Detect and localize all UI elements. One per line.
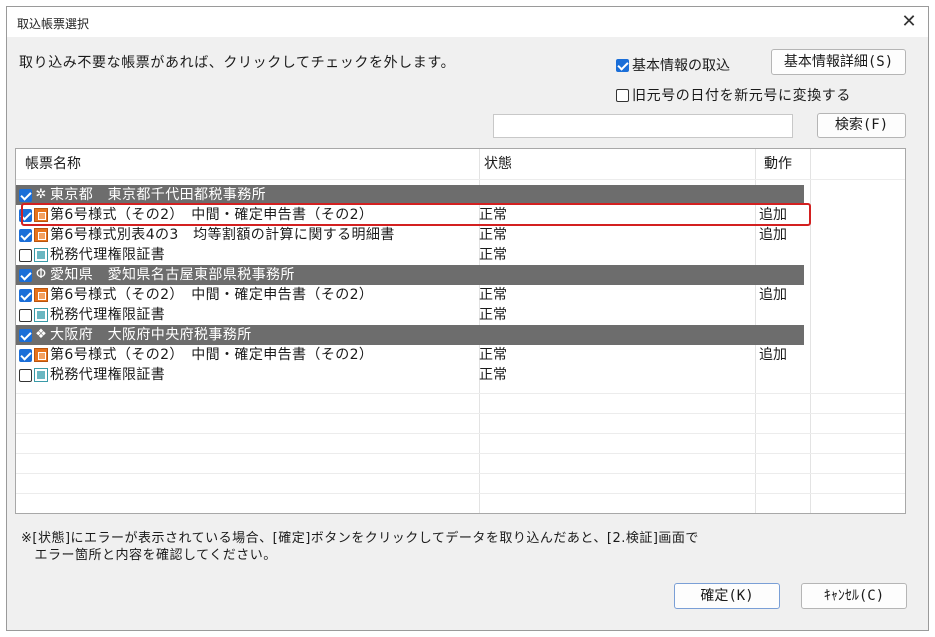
empty-row-line bbox=[16, 393, 905, 394]
tax-office-group-row[interactable]: Φ 愛知県 愛知県名古屋東部県税事務所 bbox=[16, 265, 804, 285]
row-label: 愛知県 愛知県名古屋東部県税事務所 bbox=[50, 267, 295, 283]
row-name-cell: 第6号様式（その2） 中間・確定申告書（その2） bbox=[19, 345, 373, 365]
tax-office-group-row[interactable]: ❖ 大阪府 大阪府中央府税事務所 bbox=[16, 325, 804, 345]
row-checkbox[interactable] bbox=[19, 328, 32, 342]
error-note: ※[状態]にエラーが表示されている場合、[確定]ボタンをクリックしてデータを取り… bbox=[21, 530, 699, 564]
row-name-cell: ✲ 東京都 東京都千代田都税事務所 bbox=[19, 185, 266, 205]
certificate-document-icon bbox=[34, 308, 48, 322]
form-row[interactable]: 第6号様式（その2） 中間・確定申告書（その2） 正常 追加 bbox=[16, 285, 804, 305]
dialog-title: 取込帳票選択 bbox=[17, 17, 90, 31]
row-status: 正常 bbox=[479, 207, 507, 223]
form-row[interactable]: 第6号様式（その2） 中間・確定申告書（その2） 正常 追加 bbox=[16, 205, 804, 225]
row-label: 税務代理権限証書 bbox=[50, 247, 166, 263]
convert-era-checkbox[interactable] bbox=[616, 88, 629, 102]
row-action: 追加 bbox=[759, 207, 787, 223]
form-row[interactable]: 税務代理権限証書 正常 bbox=[16, 305, 804, 325]
row-checkbox[interactable] bbox=[19, 268, 32, 282]
basic-info-checkbox[interactable] bbox=[616, 58, 629, 72]
row-status: 正常 bbox=[479, 247, 507, 263]
row-checkbox[interactable] bbox=[19, 308, 32, 322]
row-label: 税務代理権限証書 bbox=[50, 307, 166, 323]
row-label: 大阪府 大阪府中央府税事務所 bbox=[50, 327, 252, 343]
row-status: 正常 bbox=[479, 347, 507, 363]
tokyo-emblem-icon: ✲ bbox=[35, 187, 47, 202]
row-label: 第6号様式（その2） 中間・確定申告書（その2） bbox=[50, 347, 374, 363]
row-status: 正常 bbox=[479, 287, 507, 303]
row-label: 税務代理権限証書 bbox=[50, 367, 166, 383]
row-checkbox[interactable] bbox=[19, 348, 32, 362]
row-name-cell: ❖ 大阪府 大阪府中央府税事務所 bbox=[19, 325, 252, 345]
aichi-emblem-icon: Φ bbox=[35, 267, 47, 282]
empty-row-line bbox=[16, 493, 905, 494]
empty-row-line bbox=[16, 473, 905, 474]
row-action: 追加 bbox=[759, 347, 787, 363]
form-list-grid[interactable]: 帳票名称 状態 動作 ✲ 東京都 東京都千代田都税事務所 第6号様式（その2） 中間… bbox=[15, 148, 906, 514]
row-name-cell: Φ 愛知県 愛知県名古屋東部県税事務所 bbox=[19, 265, 295, 285]
row-label: 東京都 東京都千代田都税事務所 bbox=[50, 187, 266, 203]
basic-info-label: 基本情報の取込 bbox=[632, 58, 730, 74]
form-document-icon bbox=[34, 228, 48, 242]
row-checkbox[interactable] bbox=[19, 188, 32, 202]
certificate-document-icon bbox=[34, 248, 48, 262]
search-input[interactable] bbox=[493, 114, 793, 138]
row-name-cell: 税務代理権限証書 bbox=[19, 245, 165, 265]
row-name-cell: 第6号様式別表4の3 均等割額の計算に関する明細書 bbox=[19, 225, 395, 245]
search-button[interactable]: 検索(F) bbox=[817, 113, 906, 138]
empty-row-line bbox=[16, 433, 905, 434]
header-divider bbox=[16, 179, 905, 180]
convert-era-option[interactable]: 旧元号の日付を新元号に変換する bbox=[616, 85, 851, 105]
row-name-cell: 第6号様式（その2） 中間・確定申告書（その2） bbox=[19, 205, 373, 225]
empty-row-line bbox=[16, 413, 905, 414]
empty-row-line bbox=[16, 453, 905, 454]
row-label: 第6号様式（その2） 中間・確定申告書（その2） bbox=[50, 287, 374, 303]
row-name-cell: 第6号様式（その2） 中間・確定申告書（その2） bbox=[19, 285, 373, 305]
row-label: 第6号様式別表4の3 均等割額の計算に関する明細書 bbox=[50, 227, 395, 243]
cancel-button[interactable]: ｷｬﾝｾﾙ(C) bbox=[801, 583, 907, 609]
row-action: 追加 bbox=[759, 287, 787, 303]
title-bar: 取込帳票選択 ✕ bbox=[7, 7, 928, 37]
basic-info-detail-button[interactable]: 基本情報詳細(S) bbox=[771, 49, 906, 75]
row-checkbox[interactable] bbox=[19, 248, 32, 262]
osaka-emblem-icon: ❖ bbox=[35, 327, 47, 342]
row-checkbox[interactable] bbox=[19, 368, 32, 382]
form-row[interactable]: 税務代理権限証書 正常 bbox=[16, 245, 804, 265]
row-checkbox[interactable] bbox=[19, 228, 32, 242]
row-checkbox[interactable] bbox=[19, 208, 32, 222]
column-header-name[interactable]: 帳票名称 bbox=[25, 149, 81, 179]
row-name-cell: 税務代理権限証書 bbox=[19, 365, 165, 385]
tax-office-group-row[interactable]: ✲ 東京都 東京都千代田都税事務所 bbox=[16, 185, 804, 205]
basic-info-import-option[interactable]: 基本情報の取込 bbox=[616, 55, 730, 75]
form-row[interactable]: 第6号様式別表4の3 均等割額の計算に関する明細書 正常 追加 bbox=[16, 225, 804, 245]
confirm-button[interactable]: 確定(K) bbox=[674, 583, 780, 609]
form-row[interactable]: 第6号様式（その2） 中間・確定申告書（その2） 正常 追加 bbox=[16, 345, 804, 365]
row-label: 第6号様式（その2） 中間・確定申告書（その2） bbox=[50, 207, 374, 223]
row-checkbox[interactable] bbox=[19, 288, 32, 302]
error-note-line-1: ※[状態]にエラーが表示されている場合、[確定]ボタンをクリックしてデータを取り… bbox=[21, 531, 699, 546]
form-document-icon bbox=[34, 288, 48, 302]
close-icon[interactable]: ✕ bbox=[896, 9, 922, 35]
form-document-icon bbox=[34, 348, 48, 362]
row-action: 追加 bbox=[759, 227, 787, 243]
error-note-line-2: エラー箇所と内容を確認してください。 bbox=[21, 548, 277, 563]
form-document-icon bbox=[34, 208, 48, 222]
row-name-cell: 税務代理権限証書 bbox=[19, 305, 165, 325]
form-row[interactable]: 税務代理権限証書 正常 bbox=[16, 365, 804, 385]
column-header-action[interactable]: 動作 bbox=[764, 149, 792, 179]
column-divider bbox=[810, 149, 811, 513]
column-header-status[interactable]: 状態 bbox=[484, 149, 512, 179]
row-status: 正常 bbox=[479, 227, 507, 243]
row-status: 正常 bbox=[479, 367, 507, 383]
certificate-document-icon bbox=[34, 368, 48, 382]
instruction-text: 取り込み不要な帳票があれば、クリックしてチェックを外します。 bbox=[19, 55, 456, 71]
convert-era-label: 旧元号の日付を新元号に変換する bbox=[632, 88, 851, 104]
row-status: 正常 bbox=[479, 307, 507, 323]
